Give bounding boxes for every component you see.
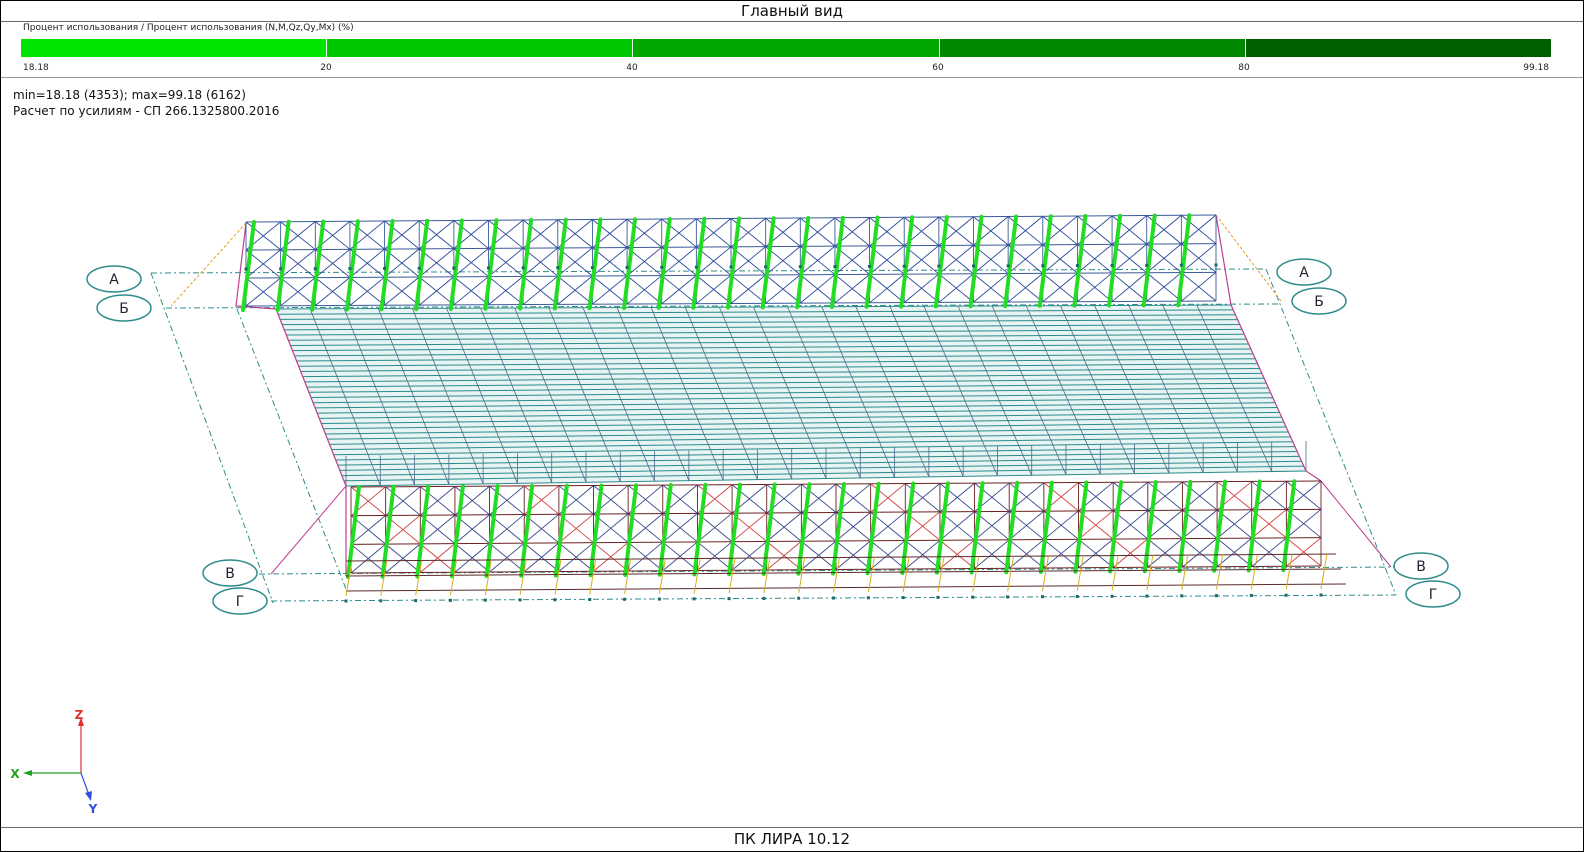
grid-axis-label: В: [225, 566, 235, 582]
grid-axis-b-right[interactable]: Б: [1291, 287, 1347, 315]
z-axis-label: Z: [75, 708, 84, 722]
grid-axis-g-right[interactable]: Г: [1405, 580, 1461, 608]
grid-axis-v-right[interactable]: В: [1393, 552, 1449, 580]
grid-axis-label: А: [1299, 265, 1309, 281]
grid-axis-label: В: [1416, 559, 1426, 575]
grid-axis-label: А: [109, 272, 119, 288]
grid-axis-label: Б: [119, 301, 129, 317]
grid-axis-label: Г: [236, 594, 245, 610]
grid-axis-g-left[interactable]: Г: [212, 587, 268, 615]
grid-axis-b-left[interactable]: Б: [96, 294, 152, 322]
y-axis-label: Y: [88, 802, 98, 816]
grid-axis-v-left[interactable]: В: [202, 559, 258, 587]
coordinate-triad-icon: Z X Y: [10, 708, 97, 816]
grid-axis-a-right[interactable]: А: [1276, 258, 1332, 286]
grid-axis-label: Б: [1314, 294, 1324, 310]
grid-axis-a-left[interactable]: А: [86, 265, 142, 293]
footer-product-name: ПК ЛИРА 10.12: [1, 827, 1583, 852]
main-view-window: Главный вид Процент использования / Проц…: [0, 0, 1584, 852]
grid-axis-label: Г: [1429, 587, 1438, 603]
frame-model: [150, 213, 1397, 604]
x-axis-label: X: [10, 767, 20, 781]
structural-model-viewport[interactable]: А Б В Г А Б В Г Z X Y: [1, 1, 1583, 827]
